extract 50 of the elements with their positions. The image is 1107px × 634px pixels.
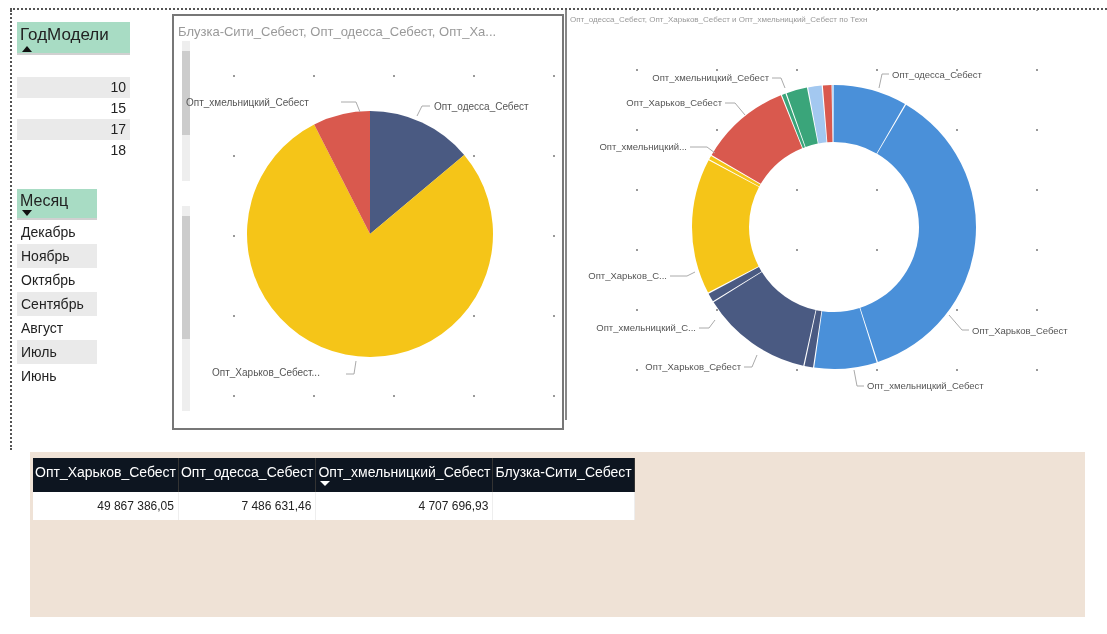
leader-line [743, 354, 758, 368]
slicer-item[interactable]: 10 [17, 77, 130, 98]
leader-line [345, 360, 357, 375]
slicer-item[interactable]: Август [17, 316, 97, 340]
data-label: Опт_хмельницкий_С... [596, 322, 696, 333]
column-header[interactable]: Блузка-Сити_Себест [492, 458, 635, 492]
leader-line [878, 73, 890, 89]
leader-line [771, 77, 786, 89]
leader-line [689, 146, 716, 154]
scrollbar[interactable] [182, 206, 190, 411]
data-label: Опт_Харьков_Себест [645, 361, 741, 372]
column-header[interactable]: Опт_Харьков_Себест [33, 458, 179, 492]
column-header[interactable]: Опт_хмельницкий_Себест [315, 458, 493, 492]
chart-title: Блузка-Сити_Себест, Опт_одесса_Себест, Опт_Ха... [178, 24, 497, 39]
chart-title: Опт_одесса_Себест, Опт_Харьков_Себест и Опт_хмельницкий_Себест по Техн [570, 15, 868, 24]
slicer-header[interactable]: ГодМодели [17, 22, 130, 55]
data-label: Опт_Харьков_Себест... [212, 367, 320, 378]
data-label: Опт_Харьков_Себест [626, 97, 722, 108]
data-label: Опт_хмельницкий_Себест [867, 380, 984, 391]
sort-ascending-icon[interactable] [22, 45, 32, 52]
sort-descending-icon[interactable] [22, 210, 32, 217]
leader-line [948, 314, 970, 331]
leader-line [340, 101, 361, 113]
slicer-item[interactable]: Июнь [17, 364, 97, 388]
slicer-title: ГодМодели [20, 25, 110, 45]
slicer-item[interactable]: Сентябрь [17, 292, 97, 316]
slicer-item[interactable]: Июль [17, 340, 97, 364]
slicer-item[interactable]: Декабрь [17, 220, 97, 244]
leader-line [724, 102, 746, 116]
sort-descending-icon[interactable] [320, 481, 331, 487]
table-cell: 49 867 386,05 [33, 492, 179, 520]
leader-line [853, 369, 865, 387]
slicer-header[interactable]: Месяц [17, 189, 97, 220]
data-label: Опт_одесса_Себест [892, 69, 982, 80]
table-cell: 4 707 696,93 [315, 492, 493, 520]
data-label: Опт_Харьков_Себест [972, 325, 1068, 336]
table-cell: 7 486 631,46 [178, 492, 316, 520]
data-label: Опт_одесса_Себест [434, 101, 529, 112]
data-label: Опт_хмельницкий... [599, 141, 687, 152]
data-label: Опт_хмельницкий_Себест [186, 97, 309, 108]
leader-line [669, 271, 696, 277]
leader-line [698, 319, 716, 329]
data-label: Опт_хмельницкий_Себест [652, 72, 769, 83]
data-label: Опт_Харьков_С... [588, 270, 667, 281]
slicer-item[interactable]: Октябрь [17, 268, 97, 292]
column-header[interactable]: Опт_одесса_Себест [178, 458, 316, 492]
slicer-item[interactable]: Ноябрь [17, 244, 97, 268]
slicer-item[interactable]: 17 [17, 119, 130, 140]
slicer-title: Месяц [20, 192, 70, 210]
leader-line [416, 105, 431, 117]
